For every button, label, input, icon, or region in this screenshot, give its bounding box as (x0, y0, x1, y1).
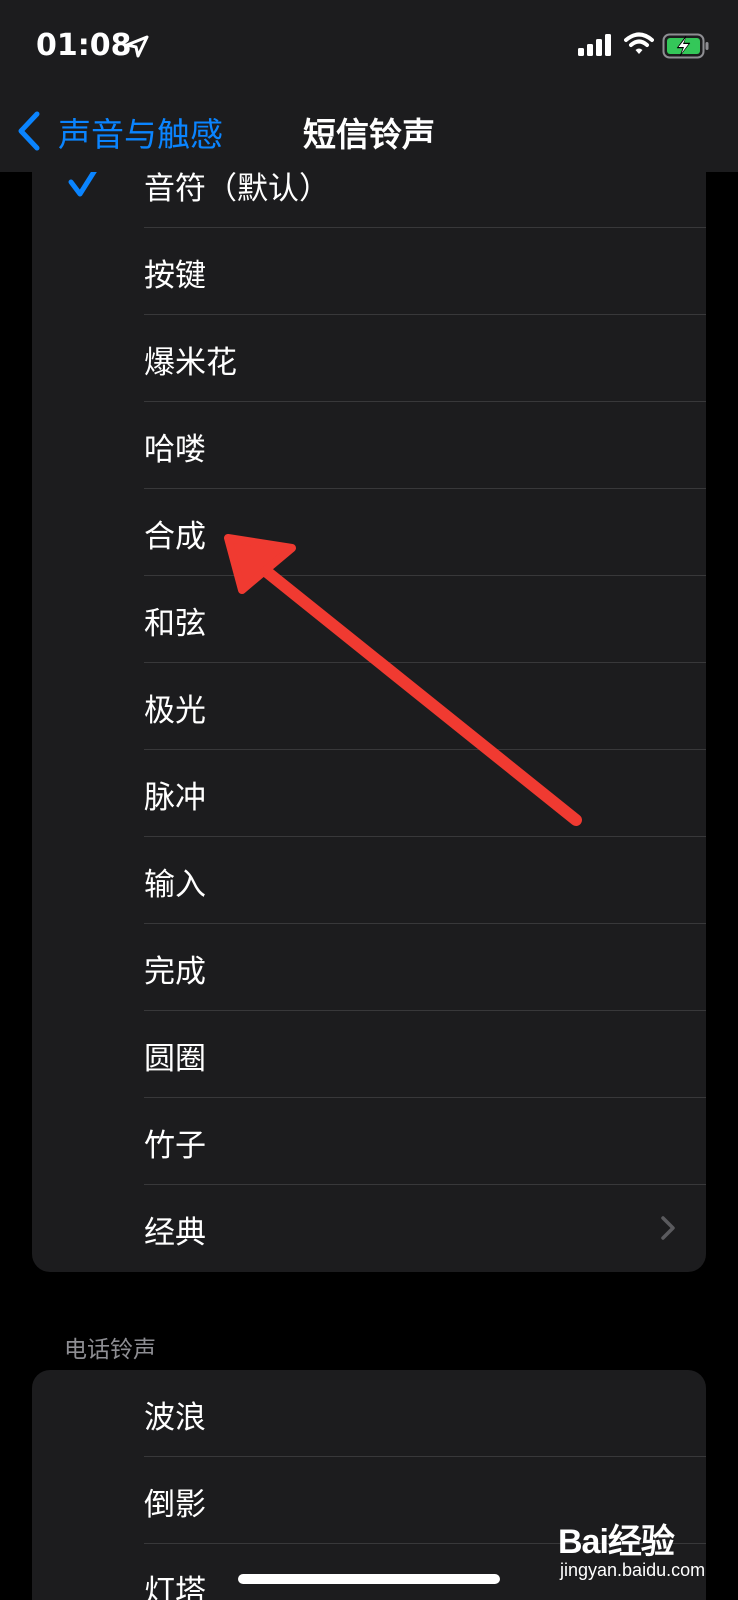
list-item-label: 哈喽 (144, 432, 206, 468)
list-item[interactable]: 经典 (32, 1185, 706, 1272)
navigation-bar: 声音与触感 短信铃声 (0, 92, 738, 172)
list-item-label: 按键 (144, 258, 206, 294)
sms-tone-list: 音符（默认） 按键 爆米花 哈喽 合成 和弦 极光 脉冲 输入 完成 圆圈 竹子 经典 (32, 140, 706, 1272)
list-item-label: 倒影 (144, 1487, 206, 1523)
home-indicator[interactable] (238, 1574, 500, 1584)
watermark-url: jingyan.baidu.com (560, 1560, 706, 1580)
watermark-brand: Bai经验 (558, 1523, 675, 1561)
list-item[interactable]: 完成 (32, 924, 706, 1011)
location-arrow-icon (125, 35, 149, 58)
list-item[interactable]: 极光 (32, 663, 706, 750)
list-item[interactable]: 竹子 (32, 1098, 706, 1185)
list-item-label: 合成 (144, 519, 206, 555)
list-item-label: 脉冲 (144, 780, 206, 816)
page-title: 短信铃声 (303, 115, 435, 154)
list-item[interactable]: 波浪 (32, 1370, 706, 1457)
baidu-jingyan-watermark: Bai经验 jingyan.baidu.com (558, 1514, 728, 1590)
list-item-label: 灯塔 (144, 1574, 206, 1600)
list-item-label: 经典 (144, 1215, 206, 1251)
wifi-icon (624, 32, 654, 54)
list-item[interactable]: 输入 (32, 837, 706, 924)
list-item[interactable]: 按键 (32, 228, 706, 315)
list-item-label: 极光 (144, 693, 206, 729)
section-header-ringtones: 电话铃声 (64, 1337, 156, 1363)
list-item-label: 波浪 (144, 1400, 206, 1436)
list-item-label: 爆米花 (144, 345, 237, 381)
status-time: 01:08 (36, 28, 132, 63)
list-item[interactable]: 哈喽 (32, 402, 706, 489)
list-item-label: 完成 (144, 954, 206, 990)
list-item[interactable]: 圆圈 (32, 1011, 706, 1098)
list-item-label: 输入 (144, 867, 206, 903)
cellular-signal-icon (578, 34, 611, 56)
list-item[interactable]: 爆米花 (32, 315, 706, 402)
battery-charging-icon (662, 33, 709, 59)
list-item[interactable]: 和弦 (32, 576, 706, 663)
list-item-label: 竹子 (144, 1128, 206, 1164)
chevron-right-icon (661, 1216, 675, 1240)
status-bar: 01:08 (0, 0, 738, 92)
list-item-label: 圆圈 (144, 1041, 206, 1077)
list-item[interactable]: 脉冲 (32, 750, 706, 837)
list-item-label: 和弦 (144, 606, 206, 642)
list-item[interactable]: 合成 (32, 489, 706, 576)
